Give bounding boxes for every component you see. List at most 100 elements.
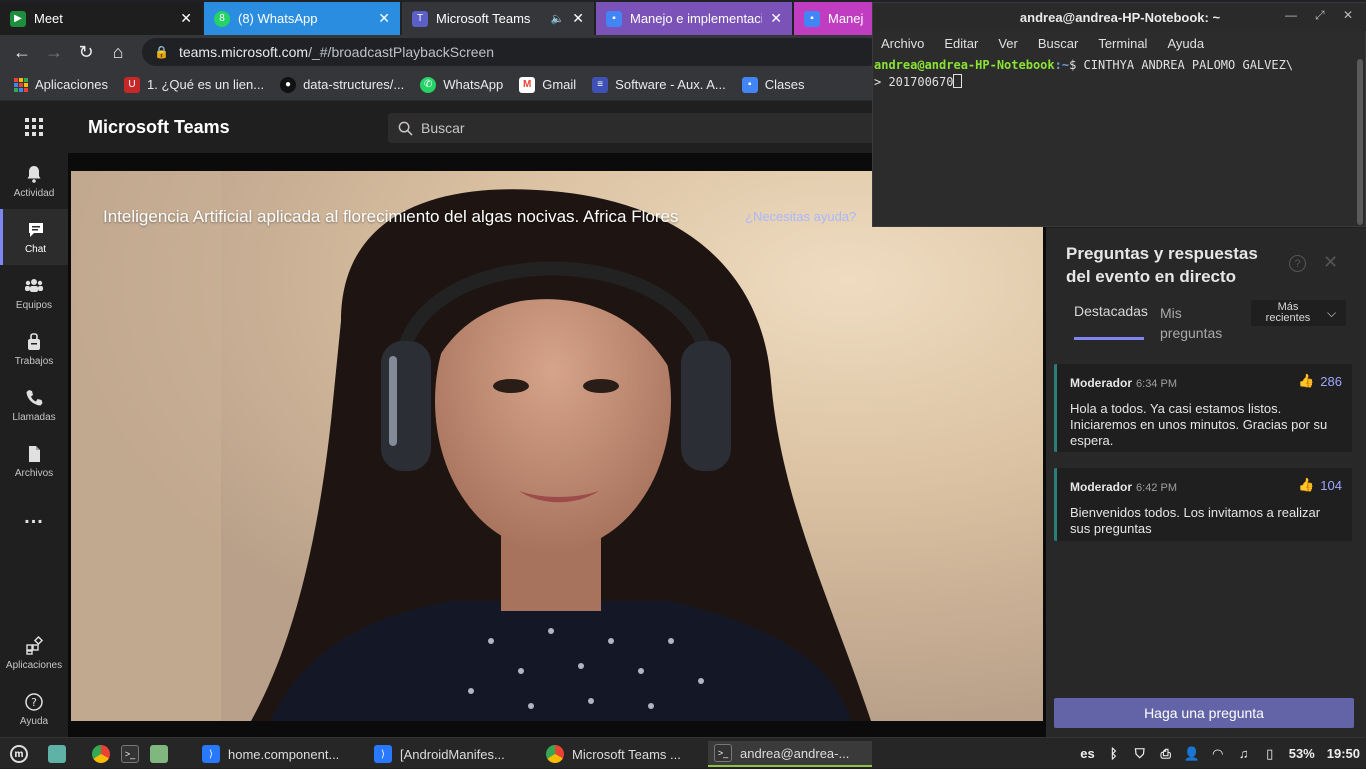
app-launcher-icon[interactable] — [25, 118, 43, 136]
classroom-icon: ▪ — [741, 76, 758, 93]
close-icon[interactable]: ✕ — [1323, 252, 1338, 273]
meet-icon: ▶ — [10, 10, 26, 27]
bookmark-whatsapp[interactable]: ✆ WhatsApp — [420, 76, 504, 93]
qa-help-icon[interactable]: ? — [1289, 255, 1306, 272]
tab-teams[interactable]: T Microsoft Teams 🔈 ✕ — [402, 2, 594, 35]
bookmark-software[interactable]: ≡ Software - Aux. A... — [592, 76, 726, 93]
menu-ayuda[interactable]: Ayuda — [1167, 36, 1204, 51]
battery-icon[interactable]: ▯ — [1263, 746, 1277, 761]
tab-manejo-1[interactable]: ▪ Manejo e implementaci ✕ — [596, 2, 792, 35]
rail-item-activity[interactable]: Actividad — [0, 153, 68, 209]
tab-whatsapp[interactable]: 8 (8) WhatsApp ✕ — [204, 2, 400, 35]
menu-archivo[interactable]: Archivo — [881, 36, 924, 51]
like-button[interactable]: 👍 104 — [1298, 477, 1342, 493]
close-window-icon[interactable]: ✕ — [1343, 8, 1353, 22]
event-title: Inteligencia Artificial aplicada al flor… — [103, 207, 679, 226]
rail-item-assignments[interactable]: Trabajos — [0, 321, 68, 377]
menu-ver[interactable]: Ver — [998, 36, 1018, 51]
terminal-icon: >_ — [121, 745, 139, 763]
ask-question-button[interactable]: Haga una pregunta — [1054, 698, 1354, 728]
tab-meet[interactable]: ▶ Meet ✕ — [0, 2, 202, 35]
like-count: 286 — [1320, 373, 1342, 389]
speaker-icon[interactable]: 🔈 — [551, 12, 565, 25]
bookmark-clases[interactable]: ▪ Clases — [741, 76, 805, 93]
tab-featured[interactable]: Destacadas — [1074, 303, 1148, 319]
rail-item-chat[interactable]: Chat — [0, 209, 68, 265]
chrome-icon — [546, 745, 564, 763]
taskbar-app-label: [AndroidManifes... — [400, 746, 505, 762]
back-icon[interactable]: ← — [7, 35, 37, 69]
question-card[interactable]: Moderador 6:42 PM 👍 104 Bienvenidos todos… — [1054, 468, 1352, 541]
menu-terminal[interactable]: Terminal — [1098, 36, 1147, 51]
forward-icon[interactable]: → — [39, 35, 69, 69]
rail-item-calls[interactable]: Llamadas — [0, 377, 68, 433]
question-author: Moderador — [1070, 376, 1133, 390]
terminal-output[interactable]: andrea@andrea-HP-Notebook:~$ CINTHYA AND… — [873, 57, 1355, 91]
bookmark-apps[interactable]: Aplicaciones — [14, 77, 108, 92]
clock[interactable]: 19:50 — [1327, 746, 1360, 761]
question-card[interactable]: Moderador 6:34 PM 👍 286 Hola a todos. Ya … — [1054, 364, 1352, 452]
terminal-icon: >_ — [714, 744, 732, 762]
terminal-cursor — [953, 74, 963, 88]
question-time: 6:34 PM — [1136, 378, 1177, 390]
terminal-launcher-icon[interactable]: >_ — [115, 741, 145, 767]
sort-label: Más recientes — [1265, 301, 1311, 324]
printer-icon[interactable]: ⎙ — [1159, 746, 1173, 761]
like-button[interactable]: 👍 286 — [1298, 373, 1342, 389]
files-launcher-icon[interactable] — [144, 741, 174, 767]
taskbar-app-vscode-2[interactable]: ⟩ [AndroidManifes... — [368, 741, 528, 767]
mint-menu-icon[interactable]: m — [4, 741, 34, 767]
rail-item-teams[interactable]: Equipos — [0, 265, 68, 321]
show-desktop-icon[interactable] — [42, 741, 72, 767]
bookmark-data-structures[interactable]: ● data-structures/... — [280, 76, 405, 93]
tab-my-questions[interactable]: Mis preguntas — [1160, 303, 1240, 343]
sound-icon[interactable]: ♫ — [1237, 746, 1251, 761]
bookmark-gmail[interactable]: M Gmail — [519, 76, 576, 93]
user-icon[interactable]: 👤 — [1184, 746, 1200, 761]
taskbar-app-label: home.component... — [228, 746, 340, 762]
chevron-down-icon: ⌵ — [1327, 305, 1337, 320]
rail-label: Aplicaciones — [5, 659, 63, 671]
address-bar[interactable]: 🔒 teams.microsoft.com/_#/broadcastPlayba… — [142, 38, 882, 66]
rail-item-files[interactable]: Archivos — [0, 433, 68, 489]
terminal-scrollbar[interactable] — [1357, 59, 1363, 225]
rail-item-help[interactable]: ? Ayuda — [0, 681, 68, 737]
question-text: Hola a todos. Ya casi estamos listos. In… — [1070, 401, 1328, 448]
presenter-video-image — [71, 171, 1043, 721]
video-player[interactable]: Inteligencia Artificial aplicada al flor… — [71, 171, 1043, 721]
help-link[interactable]: ¿Necesitas ayuda? — [745, 209, 856, 224]
menu-editar[interactable]: Editar — [944, 36, 978, 51]
taskbar-app-chrome[interactable]: Microsoft Teams ... — [540, 741, 700, 767]
taskbar-app-vscode-1[interactable]: ⟩ home.component... — [196, 741, 356, 767]
reload-icon[interactable]: ↻ — [71, 35, 101, 69]
bookmark-label: Clases — [764, 77, 805, 92]
bookmark-label: data-structures/... — [303, 77, 405, 92]
taskbar-app-terminal[interactable]: >_ andrea@andrea-... — [708, 741, 872, 767]
taskbar-app-label: andrea@andrea-... — [740, 745, 850, 761]
maximize-icon[interactable]: ⤢ — [1315, 8, 1325, 23]
tab-title: Manejo — [828, 11, 864, 26]
close-tab-icon[interactable]: ✕ — [378, 10, 390, 27]
minimize-icon[interactable]: — — [1285, 8, 1297, 22]
menu-buscar[interactable]: Buscar — [1038, 36, 1078, 51]
home-icon[interactable]: ⌂ — [103, 35, 133, 69]
chrome-launcher-icon[interactable] — [86, 741, 116, 767]
bookmark-lien[interactable]: U 1. ¿Qué es un lien... — [124, 76, 264, 93]
search-input[interactable]: Buscar — [388, 113, 888, 143]
wifi-icon[interactable]: ◠ — [1211, 746, 1225, 761]
rail-item-apps[interactable]: Aplicaciones — [0, 625, 68, 681]
bluetooth-icon[interactable]: ᛒ — [1107, 746, 1121, 761]
close-tab-icon[interactable]: ✕ — [572, 10, 584, 27]
bookmark-label: WhatsApp — [443, 77, 504, 92]
vscode-icon: ⟩ — [374, 745, 392, 763]
close-tab-icon[interactable]: ✕ — [770, 10, 782, 27]
sort-dropdown[interactable]: Más recientes ⌵ — [1251, 300, 1346, 326]
shield-icon[interactable]: ⛉ — [1133, 746, 1147, 761]
terminal-continuation: > 201700670 — [874, 75, 954, 89]
apps-icon — [26, 635, 44, 655]
terminal-titlebar[interactable]: andrea@andrea-HP-Notebook: ~ — ⤢ ✕ — [873, 3, 1366, 31]
close-tab-icon[interactable]: ✕ — [180, 10, 192, 27]
keyboard-layout[interactable]: es — [1080, 746, 1094, 761]
tab-manejo-2[interactable]: ▪ Manejo — [794, 2, 874, 35]
more-apps-icon[interactable]: ... — [0, 489, 68, 545]
